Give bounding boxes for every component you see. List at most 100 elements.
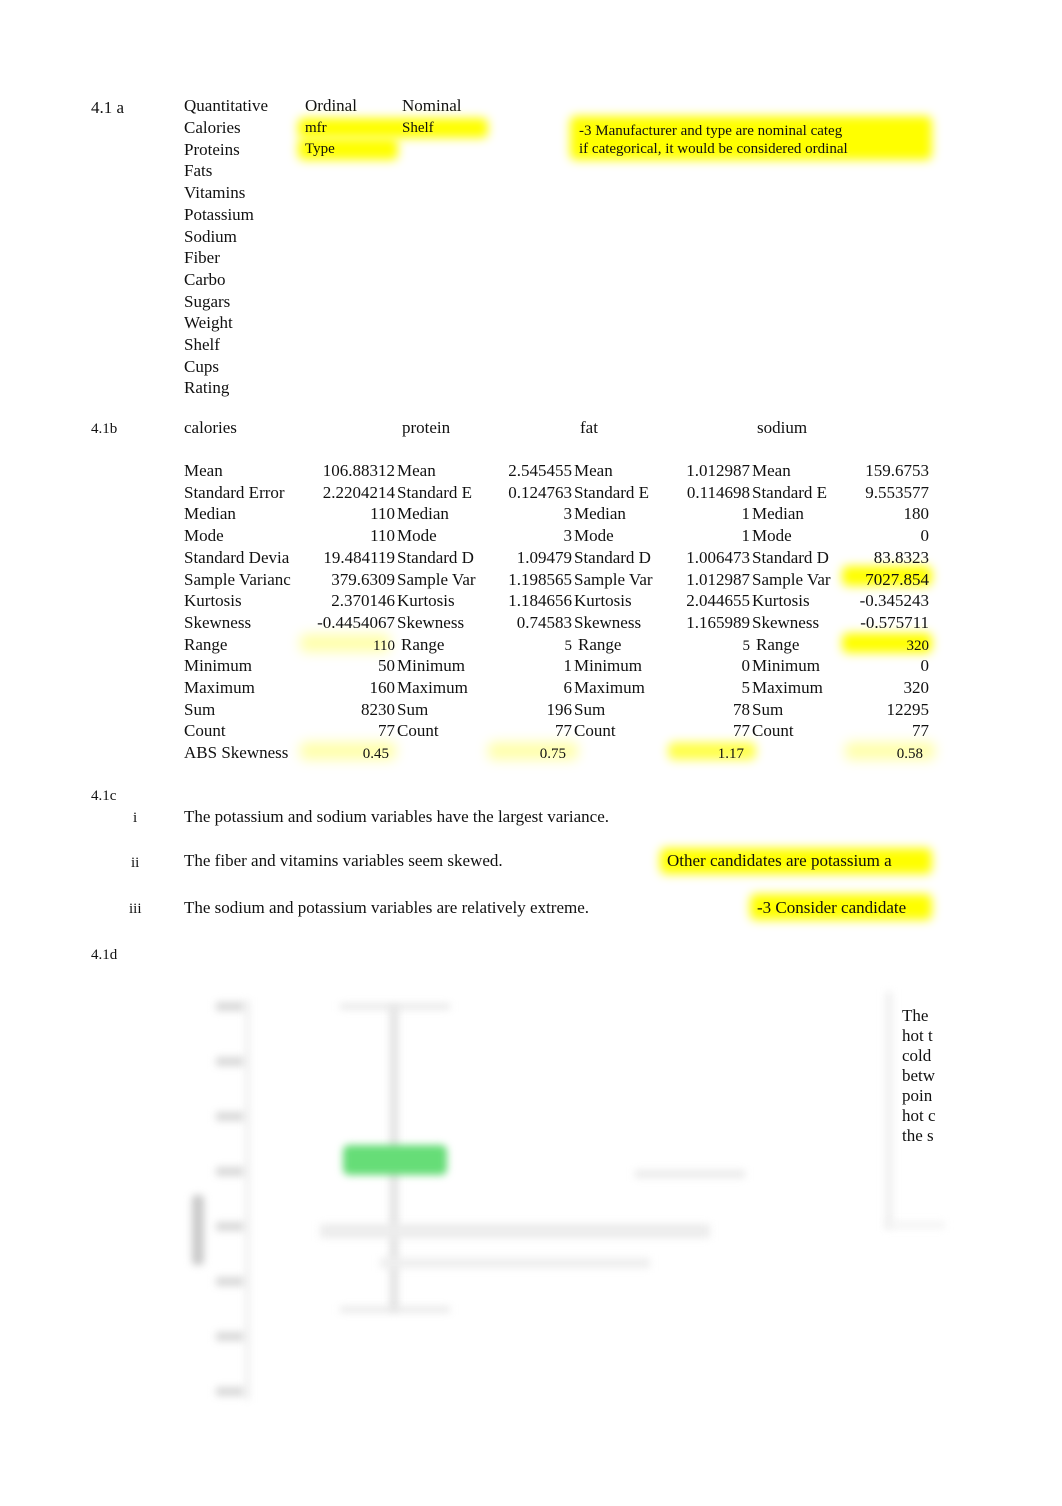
stat-value-calories: 379.6309 xyxy=(331,569,395,589)
stat-value-calories: 50 xyxy=(378,656,395,676)
grader-comment: if categorical, it would be considered o… xyxy=(579,141,848,157)
stat-value-protein: 1.09479 xyxy=(516,547,572,567)
y-tick-label xyxy=(216,1057,244,1066)
legend-entry xyxy=(635,1170,745,1178)
stat-label-short: Kurtosis xyxy=(397,591,455,611)
stat-value-sodium: 77 xyxy=(912,721,929,741)
quantitative-variable: Shelf xyxy=(184,335,220,354)
stat-value-calories: 160 xyxy=(369,678,396,697)
y-tick-label xyxy=(216,1387,244,1396)
y-tick-label xyxy=(216,1002,244,1011)
stat-label-short: Mode xyxy=(752,526,792,546)
stat-label: Minimum xyxy=(184,656,253,676)
stat-value-fat: 1.17 xyxy=(717,746,744,763)
item-number: iii xyxy=(129,901,142,917)
side-note-line: cold xyxy=(902,1046,932,1065)
stat-value-fat: 2.044655 xyxy=(686,591,750,611)
quantitative-variable: Potassium xyxy=(184,204,254,224)
stat-label: Median xyxy=(184,504,236,524)
stat-label: Count xyxy=(184,721,226,741)
stat-value-sodium: -0.345243 xyxy=(859,591,929,611)
nominal-item: Shelf xyxy=(402,120,434,136)
stat-value-fat: 1.012987 xyxy=(686,569,750,589)
stat-value-fat: 1.012987 xyxy=(686,461,750,480)
side-note-line: the s xyxy=(902,1126,934,1145)
stat-value-sodium: 83.8323 xyxy=(873,547,929,567)
stat-value-calories: 110 xyxy=(370,526,395,546)
grader-comment: -3 Consider candidate xyxy=(757,898,907,917)
section-b-label: 4.1b xyxy=(91,421,118,437)
stat-value-fat: 77 xyxy=(733,721,750,741)
stat-label: Maximum xyxy=(184,678,255,697)
stat-value-calories: 110 xyxy=(370,504,395,524)
side-note-line: poin xyxy=(902,1086,933,1105)
stat-value-calories: 8230 xyxy=(361,699,395,719)
stat-label: Sum xyxy=(184,699,216,719)
stat-value-calories: 110 xyxy=(373,637,395,654)
stat-value-fat: 1 xyxy=(741,504,751,524)
stat-label: Standard Devia xyxy=(184,547,290,567)
side-note-line: The xyxy=(902,1006,929,1025)
stat-label-short: Mean xyxy=(574,461,613,480)
caption-line xyxy=(320,1224,710,1238)
stat-value-fat: 1 xyxy=(741,526,751,546)
y-tick-label xyxy=(216,1112,244,1121)
ordinal-item: mfr xyxy=(305,120,327,136)
stat-value-calories: 2.370146 xyxy=(331,591,395,611)
stat-label-short: Count xyxy=(574,721,616,741)
stat-label: Kurtosis xyxy=(184,591,242,611)
stat-label-short: Count xyxy=(397,721,439,741)
ordinal-item: Type xyxy=(305,141,335,157)
stat-value-calories: 19.484119 xyxy=(323,547,395,567)
stat-label-short: Range xyxy=(756,634,800,654)
stat-value-fat: 5 xyxy=(742,637,751,654)
stat-value-protein: 1.198565 xyxy=(508,569,572,589)
stat-label: Mode xyxy=(184,526,224,546)
stat-label: Mean xyxy=(184,461,223,480)
stat-label-short: Range xyxy=(578,634,622,654)
quantitative-variable: Fiber xyxy=(184,248,220,268)
text-box-border xyxy=(885,1222,945,1228)
stat-label: Standard Error xyxy=(184,482,285,502)
caption-line xyxy=(380,1258,650,1268)
box xyxy=(343,1145,447,1175)
stat-label-short: Median xyxy=(574,504,626,524)
quantitative-variable: Rating xyxy=(184,378,230,398)
quantitative-variable: Calories xyxy=(184,118,241,137)
stat-label-short: Kurtosis xyxy=(574,591,632,611)
stat-value-sodium: 0.58 xyxy=(896,746,923,763)
y-axis xyxy=(246,1000,249,1400)
column-header-calories: calories xyxy=(184,418,237,437)
stat-value-fat: 5 xyxy=(741,678,751,697)
column-header-sodium: sodium xyxy=(757,418,808,437)
stat-value-calories: 0.45 xyxy=(362,746,389,763)
section-c-label: 4.1c xyxy=(91,788,117,804)
stat-value-fat: 0 xyxy=(741,656,751,676)
quantitative-variable: Sugars xyxy=(184,291,231,311)
y-tick-label xyxy=(216,1332,244,1341)
stat-value-fat: 0.114698 xyxy=(686,482,750,502)
quantitative-variable: Vitamins xyxy=(184,183,246,203)
column-header-fat: fat xyxy=(580,418,598,437)
stat-value-protein: 0.74583 xyxy=(516,612,572,632)
stat-label: Skewness xyxy=(184,612,252,632)
stat-value-protein: 3 xyxy=(563,504,573,524)
grader-comment: Other candidates are potassium a xyxy=(667,851,892,870)
stat-label-short: Sum xyxy=(397,699,429,719)
whisker-bottom-cap xyxy=(340,1307,450,1312)
side-note-line: hot t xyxy=(902,1026,933,1045)
side-note-line: betw xyxy=(902,1066,936,1085)
answer-text: The fiber and vitamins variables seem sk… xyxy=(184,851,503,870)
stat-label-short: Mean xyxy=(397,461,436,480)
stat-label-short: Count xyxy=(752,721,794,741)
y-tick-label xyxy=(216,1222,244,1231)
item-number: i xyxy=(133,810,138,826)
y-axis-title xyxy=(192,1195,204,1265)
stat-value-sodium: 0 xyxy=(920,526,930,546)
stat-value-calories: 2.2204214 xyxy=(322,482,395,502)
y-tick-label xyxy=(216,1167,244,1176)
stat-value-protein: 0.75 xyxy=(539,746,566,763)
section-d-label: 4.1d xyxy=(91,947,118,963)
stat-value-sodium: -0.575711 xyxy=(860,612,929,632)
text-box-border xyxy=(885,992,893,1228)
